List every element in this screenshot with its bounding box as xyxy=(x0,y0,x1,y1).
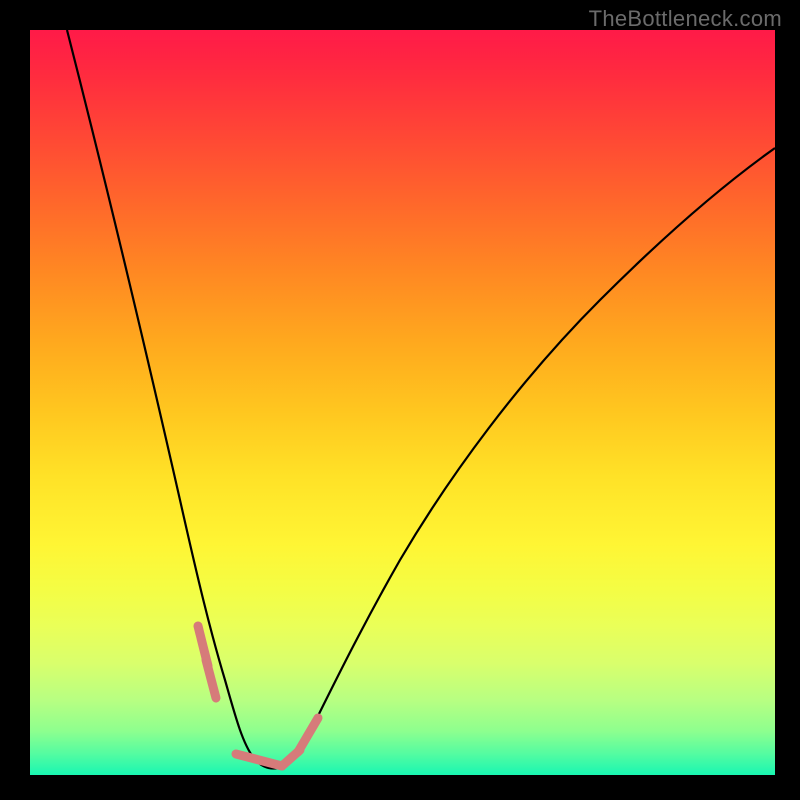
curve-svg xyxy=(30,30,775,775)
chart-frame: TheBottleneck.com xyxy=(0,0,800,800)
accent-seg-2 xyxy=(206,660,216,698)
bottleneck-curve xyxy=(67,30,775,769)
accent-seg-5 xyxy=(298,718,318,752)
plot-area xyxy=(30,30,775,775)
accent-seg-3 xyxy=(236,754,282,766)
watermark-text: TheBottleneck.com xyxy=(589,6,782,32)
